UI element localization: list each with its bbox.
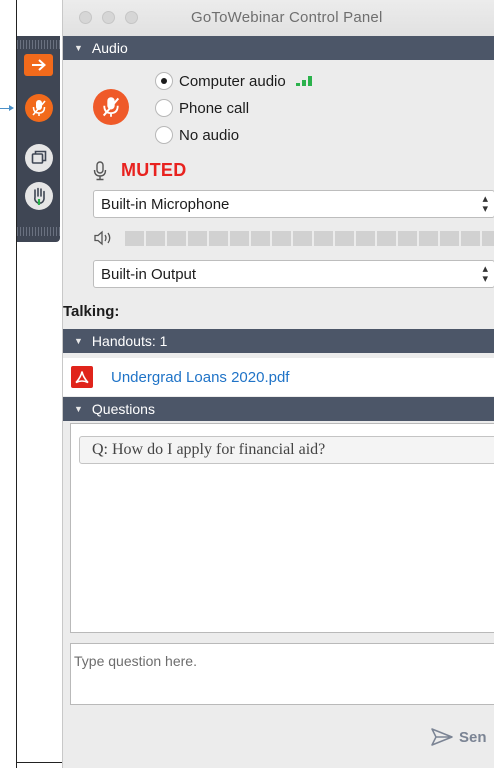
radio-label: Computer audio [179,72,286,90]
grip-top[interactable] [17,40,60,49]
collapse-triangle-icon: ▼ [74,336,83,346]
window-title: GoToWebinar Control Panel [191,9,383,26]
questions-section-header[interactable]: ▼ Questions [63,397,494,421]
handout-item[interactable]: Undergrad Loans 2020.pdf [63,358,494,396]
raise-hand-icon [34,187,45,205]
arrow-right-icon [31,59,46,71]
radio-phone-call[interactable]: Phone call [155,99,249,117]
close-window-button[interactable] [79,11,92,24]
tab-screen-button[interactable] [25,144,53,172]
grab-tab[interactable] [17,36,60,242]
speaker-level-meter [125,230,494,246]
radio-no-audio[interactable]: No audio [155,126,239,144]
talking-label: Talking: [63,303,494,320]
minimize-window-button[interactable] [102,11,115,24]
pdf-icon [71,366,93,388]
control-panel-window: GoToWebinar Control Panel ▼ Audio Comput… [62,0,494,768]
send-button[interactable]: Sen [431,728,487,746]
title-bar[interactable]: GoToWebinar Control Panel [63,0,494,36]
mic-muted-icon [32,100,46,116]
tab-raise-hand-button[interactable] [25,182,53,210]
select-arrows-icon: ▴ ▾ [482,263,488,285]
radio-button[interactable] [155,99,173,117]
select-arrows-icon: ▴ ▾ [482,193,488,215]
mute-toggle-button[interactable] [93,89,129,125]
handout-link[interactable]: Undergrad Loans 2020.pdf [111,369,289,386]
collapse-triangle-icon: ▼ [74,43,83,53]
radio-label: Phone call [179,99,250,117]
screen-icon [31,150,47,164]
microphone-icon [93,160,107,180]
send-label: Sen [459,728,487,746]
speaker-icon [94,230,111,246]
questions-log[interactable]: Q: How do I apply for financial aid? [70,423,494,633]
questions-section-title: Questions [91,401,155,417]
muted-status: MUTED [121,160,187,180]
send-icon [431,728,453,746]
microphone-select[interactable]: Built-in Microphone ▴ ▾ [93,190,494,218]
tab-mute-button[interactable] [25,94,53,122]
zoom-window-button[interactable] [125,11,138,24]
question-item[interactable]: Q: How do I apply for financial aid? [79,436,494,464]
mic-status-row: MUTED [93,160,187,181]
grip-bottom[interactable] [17,227,60,236]
mic-muted-icon [102,97,120,117]
speaker-level-row [93,230,494,246]
audio-section-header[interactable]: ▼ Audio [63,36,494,60]
signal-strength-icon [295,76,312,86]
handouts-section-header[interactable]: ▼ Handouts: 1 [63,329,494,353]
collapse-triangle-icon: ▼ [74,404,83,414]
audio-section-title: Audio [91,40,128,56]
output-select[interactable]: Built-in Output ▴ ▾ [93,260,494,288]
output-value: Built-in Output [101,265,197,283]
radio-computer-audio[interactable]: Computer audio [155,72,312,90]
radio-label: No audio [179,126,240,144]
handouts-section-title: Handouts: 1 [91,333,168,349]
question-input[interactable]: Type question here. [70,643,494,705]
radio-button[interactable] [155,126,173,144]
microphone-value: Built-in Microphone [101,195,230,213]
collapse-panel-button[interactable] [24,54,53,76]
radio-button[interactable] [155,72,173,90]
callout-pointer-tip [9,105,14,111]
